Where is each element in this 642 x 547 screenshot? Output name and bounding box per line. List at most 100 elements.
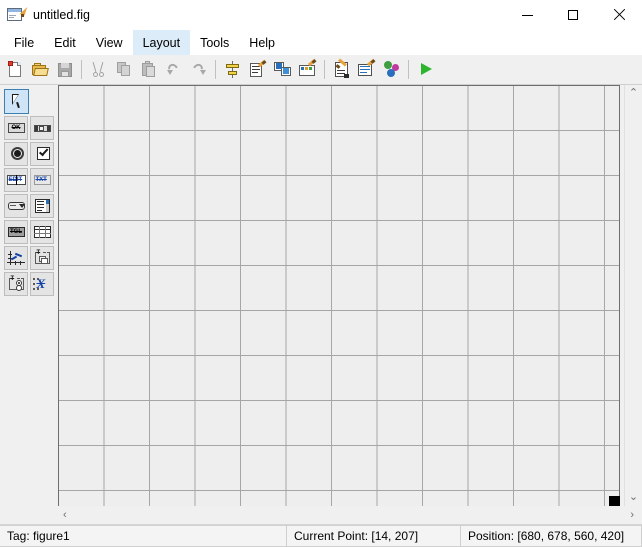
toolbar-separator bbox=[81, 60, 82, 79]
window-title: untitled.fig bbox=[33, 8, 90, 22]
toolbar-editor-button[interactable] bbox=[295, 57, 320, 82]
layout-editor-pane: ⌃ ⌄ ‹ › bbox=[55, 85, 642, 524]
toggle-button-icon: TGL bbox=[7, 225, 26, 239]
undo-arrow-icon bbox=[165, 61, 183, 78]
tool-check-box[interactable] bbox=[30, 142, 54, 166]
redo-button[interactable] bbox=[186, 57, 211, 82]
tool-slider[interactable] bbox=[30, 116, 54, 140]
scroll-right-arrow-icon[interactable]: › bbox=[628, 507, 636, 524]
tool-list-box[interactable] bbox=[30, 194, 54, 218]
status-bar: Tag: figure1 Current Point: [14, 207] Po… bbox=[0, 524, 642, 547]
tab-order-icon bbox=[273, 61, 292, 78]
palette-row: TGL bbox=[0, 220, 55, 244]
run-play-icon bbox=[417, 61, 435, 78]
toolbar-editor-icon bbox=[298, 58, 317, 78]
run-figure-button[interactable] bbox=[413, 57, 438, 82]
component-palette: OK TXT TGL T T X bbox=[0, 85, 55, 524]
tool-radio-button[interactable] bbox=[4, 142, 28, 166]
scroll-up-arrow-icon[interactable]: ⌃ bbox=[627, 85, 640, 102]
menu-view[interactable]: View bbox=[86, 30, 133, 55]
palette-row bbox=[0, 142, 55, 166]
slider-icon bbox=[33, 121, 52, 135]
tool-toggle-button[interactable]: TGL bbox=[4, 220, 28, 244]
property-inspector-icon bbox=[357, 58, 376, 78]
edit-text-icon: EDIT bbox=[6, 173, 26, 187]
tool-push-button[interactable]: OK bbox=[4, 116, 28, 140]
palette-row: T bbox=[0, 246, 55, 270]
guide-layout-editor-window: untitled.fig File Edit View Layout Tools… bbox=[0, 0, 642, 547]
vertical-scrollbar[interactable]: ⌃ ⌄ bbox=[624, 85, 642, 506]
open-folder-icon bbox=[31, 61, 49, 78]
editor-body: OK TXT TGL T T X ⌃ ⌄ ‹ › bbox=[0, 85, 642, 524]
table-icon bbox=[33, 225, 52, 239]
status-current-point: Current Point: [14, 207] bbox=[286, 525, 461, 547]
pop-up-menu-icon bbox=[7, 199, 26, 213]
copy-button[interactable] bbox=[111, 57, 136, 82]
object-browser-icon bbox=[383, 61, 401, 78]
tool-edit-text[interactable]: EDIT bbox=[4, 168, 28, 192]
close-icon bbox=[613, 9, 625, 21]
tool-table[interactable] bbox=[30, 220, 54, 244]
cut-button[interactable] bbox=[86, 57, 111, 82]
guide-figure-icon bbox=[7, 5, 28, 24]
horizontal-scrollbar[interactable]: ‹ › bbox=[55, 506, 642, 524]
tool-pop-up-menu[interactable] bbox=[4, 194, 28, 218]
button-group-icon: T bbox=[7, 276, 26, 291]
open-figure-button[interactable] bbox=[27, 57, 52, 82]
toolbar bbox=[0, 55, 642, 85]
tool-static-text[interactable]: TXT bbox=[30, 168, 54, 192]
minimize-icon bbox=[521, 14, 533, 16]
arrow-cursor-icon bbox=[11, 94, 23, 109]
palette-row: T X bbox=[0, 272, 55, 296]
scissors-icon bbox=[90, 61, 108, 78]
palette-row: EDIT TXT bbox=[0, 168, 55, 192]
save-disk-icon bbox=[56, 61, 74, 78]
m-file-editor-button[interactable] bbox=[329, 57, 354, 82]
bottom-right-resize-handle[interactable] bbox=[609, 496, 620, 506]
save-figure-button[interactable] bbox=[52, 57, 77, 82]
menu-editor-icon bbox=[249, 59, 267, 78]
align-objects-button[interactable] bbox=[220, 57, 245, 82]
close-button[interactable] bbox=[596, 0, 642, 30]
menu-bar: File Edit View Layout Tools Help bbox=[0, 30, 642, 55]
maximize-button[interactable] bbox=[550, 0, 596, 30]
toolbar-separator bbox=[324, 60, 325, 79]
activex-icon: X bbox=[32, 277, 52, 291]
tool-axes[interactable] bbox=[4, 246, 28, 270]
maximize-icon bbox=[568, 10, 578, 20]
scroll-left-arrow-icon[interactable]: ‹ bbox=[61, 507, 69, 524]
palette-row bbox=[0, 194, 55, 218]
static-text-icon: TXT bbox=[33, 173, 52, 187]
paste-icon bbox=[140, 61, 158, 78]
panel-icon: T bbox=[33, 250, 52, 265]
new-figure-button[interactable] bbox=[2, 57, 27, 82]
align-objects-icon bbox=[224, 61, 242, 78]
copy-icon bbox=[115, 61, 133, 78]
object-browser-button[interactable] bbox=[379, 57, 404, 82]
menu-help[interactable]: Help bbox=[239, 30, 285, 55]
tool-panel[interactable]: T bbox=[30, 246, 54, 270]
menu-file[interactable]: File bbox=[4, 30, 44, 55]
window-controls bbox=[504, 0, 642, 30]
tool-select-arrow[interactable] bbox=[4, 89, 29, 114]
tab-order-editor-button[interactable] bbox=[270, 57, 295, 82]
list-box-icon bbox=[33, 199, 52, 213]
property-inspector-button[interactable] bbox=[354, 57, 379, 82]
new-file-icon bbox=[6, 61, 24, 78]
canvas-scroll-area[interactable] bbox=[55, 85, 624, 506]
tool-button-group[interactable]: T bbox=[4, 272, 28, 296]
undo-button[interactable] bbox=[161, 57, 186, 82]
menu-edit[interactable]: Edit bbox=[44, 30, 86, 55]
push-button-icon: OK bbox=[7, 121, 26, 135]
status-tag: Tag: figure1 bbox=[0, 525, 287, 547]
menu-layout[interactable]: Layout bbox=[132, 30, 191, 55]
minimize-button[interactable] bbox=[504, 0, 550, 30]
status-position: Position: [680, 678, 560, 420] bbox=[460, 525, 642, 547]
figure-layout-canvas[interactable] bbox=[58, 85, 620, 506]
check-box-icon bbox=[33, 147, 52, 161]
paste-button[interactable] bbox=[136, 57, 161, 82]
menu-tools[interactable]: Tools bbox=[190, 30, 239, 55]
tool-activex-control[interactable]: X bbox=[30, 272, 54, 296]
menu-editor-button[interactable] bbox=[245, 57, 270, 82]
scroll-down-arrow-icon[interactable]: ⌄ bbox=[627, 489, 640, 506]
